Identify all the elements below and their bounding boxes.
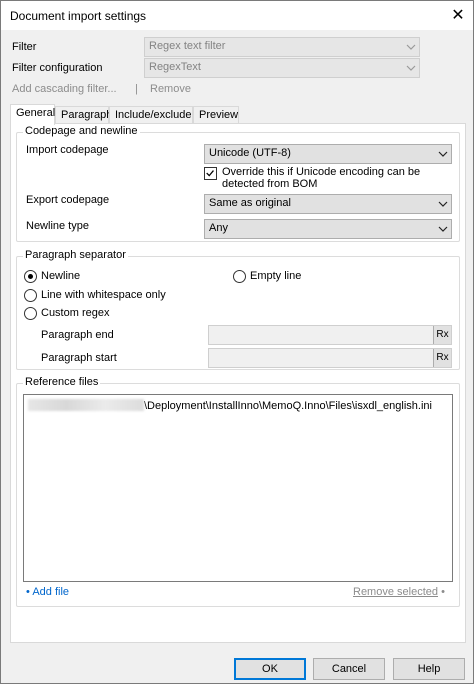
add-file-link[interactable]: • Add file — [26, 586, 69, 598]
paragraph-separator-group-title: Paragraph separator — [23, 249, 128, 261]
paragraph-end-input[interactable]: Rx — [208, 325, 452, 345]
general-tab-panel: Codepage and newline Import codepage Uni… — [10, 123, 466, 643]
import-codepage-combo[interactable]: Unicode (UTF-8) — [204, 144, 452, 164]
close-icon[interactable]: ✕ — [449, 7, 467, 25]
export-codepage-combo[interactable]: Same as original — [204, 194, 452, 214]
newline-radio[interactable] — [24, 270, 37, 283]
empty-line-radio-label: Empty line — [250, 270, 302, 282]
remove-filter-link[interactable]: Remove — [150, 83, 191, 95]
remove-selected-link[interactable]: Remove selected • — [353, 586, 445, 598]
chevron-down-icon — [438, 226, 448, 232]
filter-label: Filter — [12, 41, 37, 53]
export-codepage-label: Export codepage — [26, 194, 110, 206]
override-bom-checkbox[interactable] — [204, 167, 217, 180]
tab-include-exclude[interactable]: Include/exclude — [109, 106, 193, 124]
custom-regex-radio[interactable] — [24, 307, 37, 320]
list-item[interactable]: \Deployment\InstallInno\MemoQ.Inno\Files… — [28, 399, 432, 412]
ok-button[interactable]: OK — [234, 658, 306, 680]
newline-type-label: Newline type — [26, 220, 89, 232]
reference-file-path: \Deployment\InstallInno\MemoQ.Inno\Files… — [144, 400, 432, 412]
paragraph-start-input[interactable]: Rx — [208, 348, 452, 368]
reference-files-list[interactable]: \Deployment\InstallInno\MemoQ.Inno\Files… — [23, 394, 453, 582]
filter-configuration-combo[interactable]: RegexText — [144, 58, 420, 78]
whitespace-line-radio[interactable] — [24, 289, 37, 302]
import-codepage-value: Unicode (UTF-8) — [209, 147, 291, 159]
help-button[interactable]: Help — [393, 658, 465, 680]
export-codepage-value: Same as original — [209, 197, 291, 209]
bullet-icon: • — [26, 586, 30, 598]
checkmark-icon — [206, 170, 214, 177]
paragraph-start-rx-button[interactable]: Rx — [433, 349, 451, 367]
paragraph-end-rx-button[interactable]: Rx — [433, 326, 451, 344]
add-cascading-filter-link[interactable]: Add cascading filter... — [12, 83, 117, 95]
cancel-button[interactable]: Cancel — [313, 658, 385, 680]
chevron-down-icon — [438, 151, 448, 157]
filter-configuration-label: Filter configuration — [12, 62, 103, 74]
paragraph-end-label: Paragraph end — [41, 329, 114, 341]
document-import-settings-window: Document import settings ✕ Filter Regex … — [0, 0, 474, 684]
newline-type-value: Any — [209, 222, 228, 234]
override-bom-label: Override this if Unicode encoding can be… — [222, 166, 421, 190]
whitespace-line-radio-label: Line with whitespace only — [41, 289, 166, 301]
tab-general[interactable]: General — [10, 104, 55, 125]
filter-separator: | — [135, 83, 138, 95]
reference-files-group-title: Reference files — [23, 376, 101, 388]
newline-type-combo[interactable]: Any — [204, 219, 452, 239]
filter-combo-value: Regex text filter — [149, 40, 226, 52]
redacted-path-prefix — [28, 399, 144, 411]
filter-combo[interactable]: Regex text filter — [144, 37, 420, 57]
codepage-group-title: Codepage and newline — [23, 125, 140, 137]
tab-preview[interactable]: Preview — [193, 106, 239, 124]
add-file-label: Add file — [32, 586, 70, 598]
chevron-down-icon — [406, 44, 416, 50]
remove-selected-label: Remove selected — [353, 586, 438, 598]
filter-configuration-value: RegexText — [149, 61, 201, 73]
newline-radio-label: Newline — [41, 270, 81, 282]
title-bar: Document import settings ✕ — [1, 1, 473, 30]
paragraph-start-label: Paragraph start — [41, 352, 117, 364]
bullet-icon: • — [441, 586, 445, 598]
import-codepage-label: Import codepage — [26, 144, 109, 156]
empty-line-radio[interactable] — [233, 270, 246, 283]
tab-paragraph[interactable]: Paragraph — [55, 106, 112, 124]
chevron-down-icon — [406, 65, 416, 71]
window-title: Document import settings — [10, 9, 147, 23]
custom-regex-radio-label: Custom regex — [41, 307, 110, 319]
chevron-down-icon — [438, 201, 448, 207]
